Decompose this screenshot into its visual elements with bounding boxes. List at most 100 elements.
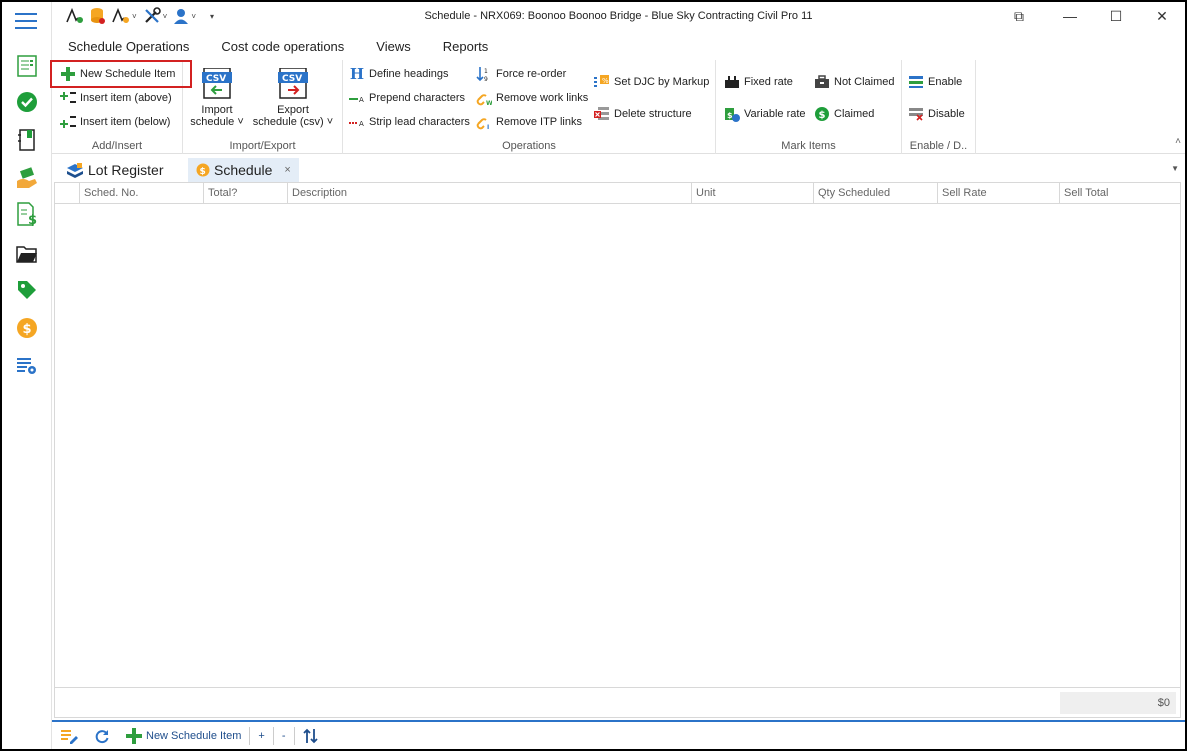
app-window: $ $ ˅ ˅ ˅ ▾ Schedule - NRX069: Boonoo Bo…: [2, 2, 1185, 749]
strip-lead-characters-button[interactable]: A Strip lead characters: [349, 112, 470, 132]
qat-tools-menu[interactable]: ˅: [143, 6, 168, 26]
broken-link-icon: W: [476, 90, 492, 106]
not-claimed-label: Not Claimed: [834, 76, 895, 88]
group-import-export: CSV Import schedule ˅ CSV Export schedul…: [183, 60, 343, 154]
collapse-button[interactable]: -: [274, 724, 294, 748]
prepend-characters-button[interactable]: A Prepend characters: [349, 88, 465, 108]
expand-button[interactable]: +: [250, 724, 272, 748]
column-total[interactable]: Total?: [203, 183, 287, 204]
new-schedule-item-label: New Schedule Item: [80, 68, 176, 80]
strip-lead-characters-label: Strip lead characters: [369, 116, 470, 128]
briefcase-icon: [814, 74, 830, 90]
lot-register-label: Lot Register: [88, 162, 164, 178]
nav-checklist-icon[interactable]: [15, 90, 39, 114]
nav-hand-money-icon[interactable]: [15, 166, 39, 190]
set-djc-by-markup-button[interactable]: % Set DJC by Markup: [594, 72, 709, 92]
not-claimed-button[interactable]: Not Claimed: [814, 72, 895, 92]
export-schedule-button[interactable]: CSV Export schedule (csv) ˅: [251, 67, 335, 128]
database-icon: [91, 8, 105, 24]
sort-button[interactable]: [295, 724, 327, 748]
edit-list-button[interactable]: [52, 724, 86, 748]
svg-text:W: W: [486, 100, 492, 106]
claimed-button[interactable]: $ Claimed: [814, 104, 874, 124]
nav-list-settings-icon[interactable]: [15, 354, 39, 378]
nav-diary-icon[interactable]: [15, 128, 39, 152]
nav-schedule-dollar-icon[interactable]: $: [15, 202, 39, 226]
tab-list-dropdown-icon[interactable]: ▼: [1171, 164, 1179, 173]
svg-text:$: $: [23, 322, 32, 337]
doc-tab-schedule[interactable]: $ Schedule ×: [188, 158, 299, 182]
bottom-new-schedule-item-button[interactable]: New Schedule Item: [118, 724, 249, 748]
import-schedule-button[interactable]: CSV Import schedule ˅: [187, 67, 247, 128]
nav-folder-icon[interactable]: [15, 242, 39, 266]
insert-below-icon: [60, 114, 76, 130]
grid-header: Sched. No. Total? Description Unit Qty S…: [55, 182, 1180, 204]
tab-cost-code-operations[interactable]: Cost code operations: [205, 36, 360, 58]
variable-rate-icon: $: [724, 106, 740, 122]
tab-views[interactable]: Views: [360, 36, 426, 58]
group-add-insert: New Schedule Item Insert item (above) In…: [50, 60, 192, 154]
svg-text:A: A: [359, 120, 364, 127]
nav-register-icon[interactable]: [15, 54, 39, 78]
svg-text:A: A: [359, 96, 364, 103]
force-reorder-button[interactable]: 19 Force re-order: [476, 64, 566, 84]
remove-itp-links-button[interactable]: I Remove ITP links: [476, 112, 582, 132]
group-label-enable-disable: Enable / D..: [909, 140, 968, 152]
fixed-rate-label: Fixed rate: [744, 76, 793, 88]
bottom-toolbar: New Schedule Item + -: [52, 720, 1185, 749]
strip-icon: A: [349, 114, 365, 130]
insert-below-button[interactable]: Insert item (below): [60, 112, 170, 132]
refresh-button[interactable]: [86, 724, 118, 748]
doc-tab-lot-register[interactable]: Lot Register: [58, 158, 171, 182]
column-sched-no[interactable]: Sched. No.: [79, 183, 203, 204]
enable-button[interactable]: Enable: [908, 72, 962, 92]
qat-tool-3[interactable]: ˅: [112, 6, 137, 26]
column-unit[interactable]: Unit: [691, 183, 813, 204]
group-operations: H Define headings A Prepend characters A…: [343, 60, 716, 154]
column-qty-scheduled[interactable]: Qty Scheduled: [813, 183, 937, 204]
collapse-ribbon-icon[interactable]: ˄: [1175, 136, 1181, 147]
qat-user-menu[interactable]: ˅: [173, 6, 196, 26]
fixed-rate-button[interactable]: Fixed rate: [724, 72, 793, 92]
grid-footer: $0: [55, 687, 1180, 717]
plus-icon: [126, 727, 142, 744]
qat-customize[interactable]: ▾: [202, 6, 214, 26]
variable-rate-button[interactable]: $ Variable rate: [724, 104, 806, 124]
close-tab-icon[interactable]: ×: [284, 164, 290, 176]
close-button[interactable]: ✕: [1139, 2, 1185, 30]
hamburger-menu-icon[interactable]: [15, 13, 37, 29]
remove-work-links-button[interactable]: W Remove work links: [476, 88, 588, 108]
qat-tool-1[interactable]: [66, 6, 84, 26]
define-headings-button[interactable]: H Define headings: [349, 64, 449, 84]
nav-tag-icon[interactable]: [15, 278, 39, 302]
group-mark-items: Fixed rate $ Variable rate Not Claimed $…: [716, 60, 902, 154]
delete-structure-icon: [594, 106, 610, 122]
disable-button[interactable]: Disable: [908, 104, 965, 124]
group-label-import-export: Import/Export: [229, 140, 296, 152]
chevron-down-icon: ˅: [162, 11, 168, 21]
minimize-button[interactable]: —: [1047, 2, 1093, 30]
signature-icon: [66, 8, 83, 23]
new-schedule-item-button[interactable]: New Schedule Item: [60, 64, 175, 84]
column-description[interactable]: Description: [287, 183, 691, 204]
lot-register-icon: [67, 163, 83, 178]
user-icon: [174, 9, 189, 24]
nav-dollar-coin-icon[interactable]: $: [15, 316, 39, 340]
tab-schedule-operations[interactable]: Schedule Operations: [52, 36, 205, 58]
column-sell-total[interactable]: Sell Total: [1059, 183, 1180, 204]
qat-tool-2[interactable]: [90, 6, 106, 26]
bottom-new-schedule-item-label: New Schedule Item: [146, 729, 242, 742]
ribbon-display-options-icon[interactable]: ⧉: [991, 2, 1047, 30]
maximize-button[interactable]: ☐: [1093, 2, 1139, 30]
svg-text:$: $: [200, 167, 206, 177]
insert-above-button[interactable]: Insert item (above): [60, 88, 172, 108]
svg-text:CSV: CSV: [282, 74, 302, 84]
column-sell-rate[interactable]: Sell Rate: [937, 183, 1059, 204]
define-headings-label: Define headings: [369, 68, 449, 80]
quick-access-toolbar: ˅ ˅ ˅ ▾: [66, 6, 214, 26]
delete-structure-button[interactable]: Delete structure: [594, 104, 692, 124]
tab-reports[interactable]: Reports: [427, 36, 505, 58]
svg-text:1: 1: [484, 68, 488, 75]
sort-arrows-icon: [302, 728, 318, 743]
dollar-coin-icon: $: [196, 163, 210, 177]
